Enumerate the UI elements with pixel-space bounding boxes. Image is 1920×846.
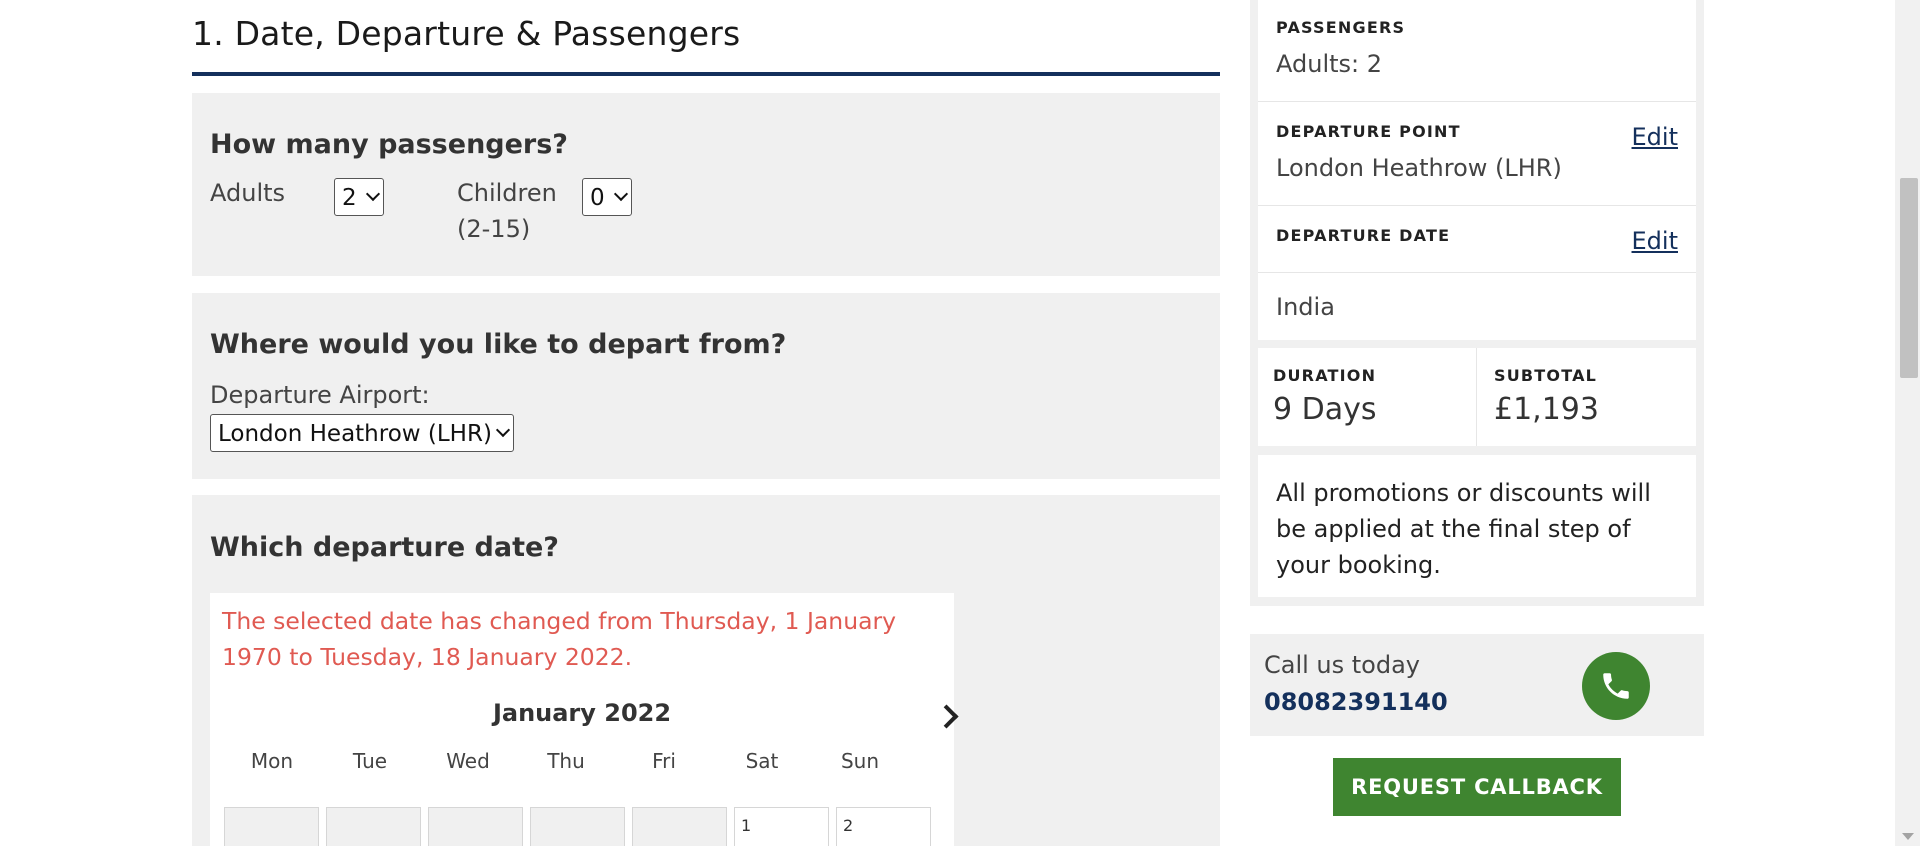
chevron-down-icon [613,186,629,202]
weekday-label: Wed [446,749,490,773]
children-select-value: 0 [590,185,605,211]
weekday-label: Thu [547,749,585,773]
subtotal-value: £1,193 [1494,392,1599,427]
children-select[interactable]: 0 [582,178,632,216]
adults-label: Adults [210,179,286,207]
edit-departure-date-link[interactable]: Edit [1632,227,1678,255]
departure-airport-label: Departure Airport: [210,381,430,409]
column-divider [1476,348,1477,446]
promo-card: All promotions or discounts will be appl… [1258,455,1696,597]
passengers-panel: How many passengers? Adults 2 Children (… [192,93,1220,276]
departure-date-kicker: DEPARTURE DATE [1276,226,1451,245]
call-us-box: Call us today 08082391140 [1250,634,1704,736]
divider [1258,272,1696,273]
departure-point-kicker: DEPARTURE POINT [1276,122,1461,141]
chevron-down-icon [365,186,381,202]
adults-select[interactable]: 2 [334,178,384,216]
children-label: Children [457,179,557,207]
booking-summary: PASSENGERS Adults: 2 DEPARTURE POINT Edi… [1250,0,1704,606]
promo-notice: All promotions or discounts will be appl… [1276,479,1651,579]
adults-select-value: 2 [342,185,357,211]
destination-value: India [1276,293,1335,321]
children-age-label: (2-15) [457,215,531,243]
edit-departure-point-link[interactable]: Edit [1632,123,1678,151]
passengers-kicker: PASSENGERS [1276,18,1406,37]
weekday-label: Tue [352,749,388,773]
scrollbar-thumb[interactable] [1900,178,1918,378]
departure-airport-select[interactable]: London Heathrow (LHR) [210,414,514,452]
calendar-day-empty [224,807,319,846]
departure-panel: Where would you like to depart from? Dep… [192,293,1220,479]
calendar-day-empty [428,807,523,846]
duration-subtotal-card: DURATION 9 Days SUBTOTAL £1,193 [1258,348,1696,446]
chevron-down-icon [495,422,511,438]
page-scrollbar[interactable] [1895,0,1920,846]
phone-icon [1603,673,1629,699]
calendar-day-empty [326,807,421,846]
calendar-day-empty [530,807,625,846]
weekday-label: Fri [652,749,676,773]
departure-date-heading: Which departure date? [210,532,559,563]
divider [1258,101,1696,102]
departure-heading: Where would you like to depart from? [210,329,787,360]
calendar: The selected date has changed from Thurs… [210,593,954,846]
departure-date-panel: Which departure date? The selected date … [192,495,1220,846]
duration-kicker: DURATION [1273,366,1377,385]
request-callback-button[interactable]: REQUEST CALLBACK [1333,758,1621,816]
subtotal-kicker: SUBTOTAL [1494,366,1598,385]
departure-airport-value: London Heathrow (LHR) [218,421,492,447]
departure-point-value: London Heathrow (LHR) [1276,154,1562,182]
divider [1258,205,1696,206]
section-divider [192,72,1220,76]
weekday-label: Sat [745,749,779,773]
next-month-icon[interactable] [938,705,958,725]
calendar-day[interactable]: 1 [734,807,829,846]
scroll-down-arrow-icon[interactable] [1902,833,1914,840]
phone-button[interactable] [1582,652,1650,720]
duration-value: 9 Days [1273,392,1377,427]
calendar-day[interactable]: 2 [836,807,931,846]
date-changed-warning: The selected date has changed from Thurs… [222,607,897,671]
weekday-label: Mon [250,749,294,773]
phone-number-link[interactable]: 08082391140 [1264,688,1448,716]
calendar-month-title: January 2022 [492,699,672,727]
section-title: 1. Date, Departure & Passengers [192,14,741,53]
call-us-text: Call us today [1264,651,1421,679]
weekday-label: Sun [840,749,880,773]
summary-details-card: PASSENGERS Adults: 2 DEPARTURE POINT Edi… [1258,0,1696,340]
passengers-summary-value: Adults: 2 [1276,50,1383,78]
passengers-heading: How many passengers? [210,129,568,160]
calendar-day-empty [632,807,727,846]
